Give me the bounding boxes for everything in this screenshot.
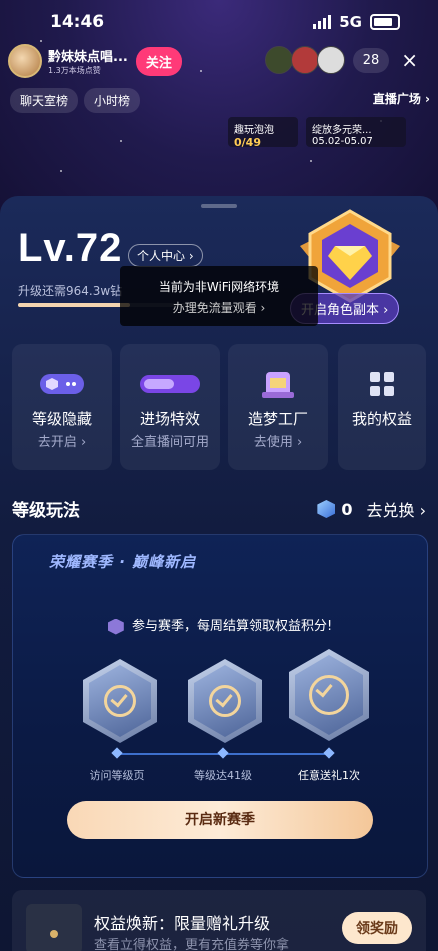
card-sub: 去使用 › [253, 435, 303, 450]
step-hex-1 [83, 659, 157, 743]
event-title: 趣玩泡泡 [234, 125, 274, 136]
card-title: 造梦工厂 [247, 410, 308, 428]
step-label: 访问等级页 [89, 769, 145, 782]
event-dates: 05.02-05.07 [312, 136, 373, 147]
season-card: 荣耀赛季 · 巅峰新启 参与赛季，每周结算领取权益积分! 访问等级页 等级达41… [12, 534, 428, 878]
card-sub: 去开启 › [37, 435, 87, 450]
viewer-avatar[interactable] [316, 46, 345, 74]
card-title: 等级隐藏 [31, 410, 92, 428]
network-toast[interactable]: 当前为非WiFi网络环境 办理免流量观看 › [120, 266, 318, 326]
season-info-icon [107, 618, 124, 635]
check-icon [104, 685, 136, 717]
host-name: 黔妹妹点唱... [48, 50, 128, 65]
upgrade-text: 升级还需964.3w钻 [18, 284, 123, 298]
event-title: 绽放多元荣... [312, 125, 372, 136]
step-hex-3 [289, 649, 369, 741]
card-entry-effect[interactable]: 进场特效 全直播间可用 [120, 344, 220, 470]
gem-icon [317, 500, 336, 518]
spinner-icon [309, 675, 349, 715]
toast-line1: 当前为非WiFi网络环境 [158, 280, 280, 294]
network-label: 5G [339, 13, 362, 31]
card-level-hide[interactable]: 等级隐藏 去开启 › [12, 344, 112, 470]
section-title: 等级玩法 [12, 501, 80, 521]
exchange-link[interactable]: 去兑换 › [367, 497, 427, 521]
points-area: 0 去兑换 › [317, 497, 426, 521]
card-title: 进场特效 [139, 410, 200, 428]
card-sub: 全直播间可用 [130, 435, 209, 450]
viewer-area: 28 × [264, 46, 418, 74]
card-my-rights[interactable]: 我的权益 [338, 344, 426, 470]
season-steps [13, 649, 427, 755]
personal-center-button[interactable]: 个人中心 › [128, 244, 203, 267]
level-label: Lv.72 [18, 226, 123, 270]
event-bloom[interactable]: 绽放多元荣... 05.02-05.07 [306, 117, 406, 147]
viewer-count[interactable]: 28 [352, 47, 390, 73]
host-likes: 1.3万本场点赞 [48, 66, 101, 75]
signal-icon [313, 15, 332, 29]
follow-button[interactable]: 关注 [135, 46, 182, 76]
viewer-avatar[interactable] [264, 46, 293, 74]
season-info-text: 参与赛季，每周结算领取权益积分! [131, 619, 333, 634]
points-value: 0 [341, 499, 353, 519]
level-progress-fill [18, 303, 130, 307]
card-dream-factory[interactable]: 造梦工厂 去使用 › [228, 344, 328, 470]
dream-factory-icon [228, 364, 328, 404]
event-bubble[interactable]: 趣玩泡泡 0/49 [228, 117, 298, 149]
season-title: 荣耀赛季 · 巅峰新启 [49, 553, 197, 571]
drag-handle[interactable] [201, 204, 237, 208]
promo-sub: 查看立得权益，更有充值券等你拿 [94, 938, 290, 951]
battery-icon [370, 14, 400, 30]
step-hex-2 [188, 659, 262, 743]
card-title: 我的权益 [351, 410, 412, 428]
chat-rank-chip[interactable]: 聊天室榜 [10, 88, 79, 113]
viewer-avatar[interactable] [290, 46, 319, 74]
status-time: 14:46 [50, 12, 105, 32]
live-plaza-link[interactable]: 直播广场 › [373, 90, 430, 107]
host-info[interactable]: 黔妹妹点唱... 1.3万本场点赞 关注 [8, 44, 182, 78]
claim-reward-button[interactable]: 领奖励 [342, 912, 412, 944]
close-icon[interactable]: × [401, 48, 418, 72]
envelope-icon [26, 904, 82, 951]
event-progress: 0/49 [234, 136, 261, 149]
hourly-rank-chip[interactable]: 小时榜 [84, 88, 141, 113]
promo-title: 权益焕新：限量赠礼升级 [94, 914, 271, 933]
step-label: 等级达41级 [194, 769, 252, 782]
step-label: 任意送礼1次 [298, 769, 360, 782]
season-info: 参与赛季，每周结算领取权益积分! [13, 615, 427, 635]
status-bar: 14:46 5G [0, 12, 438, 36]
eye-badge-icon [12, 364, 112, 404]
start-season-button[interactable]: 开启新赛季 [67, 801, 373, 839]
host-avatar[interactable] [8, 44, 42, 78]
promo-card[interactable]: 权益焕新：限量赠礼升级 查看立得权益，更有充值券等你拿 领奖励 [12, 890, 426, 951]
toast-line2[interactable]: 办理免流量观看 › [120, 299, 318, 316]
grid-icon [338, 364, 426, 404]
entry-effect-icon [120, 364, 220, 404]
check-icon [209, 685, 241, 717]
